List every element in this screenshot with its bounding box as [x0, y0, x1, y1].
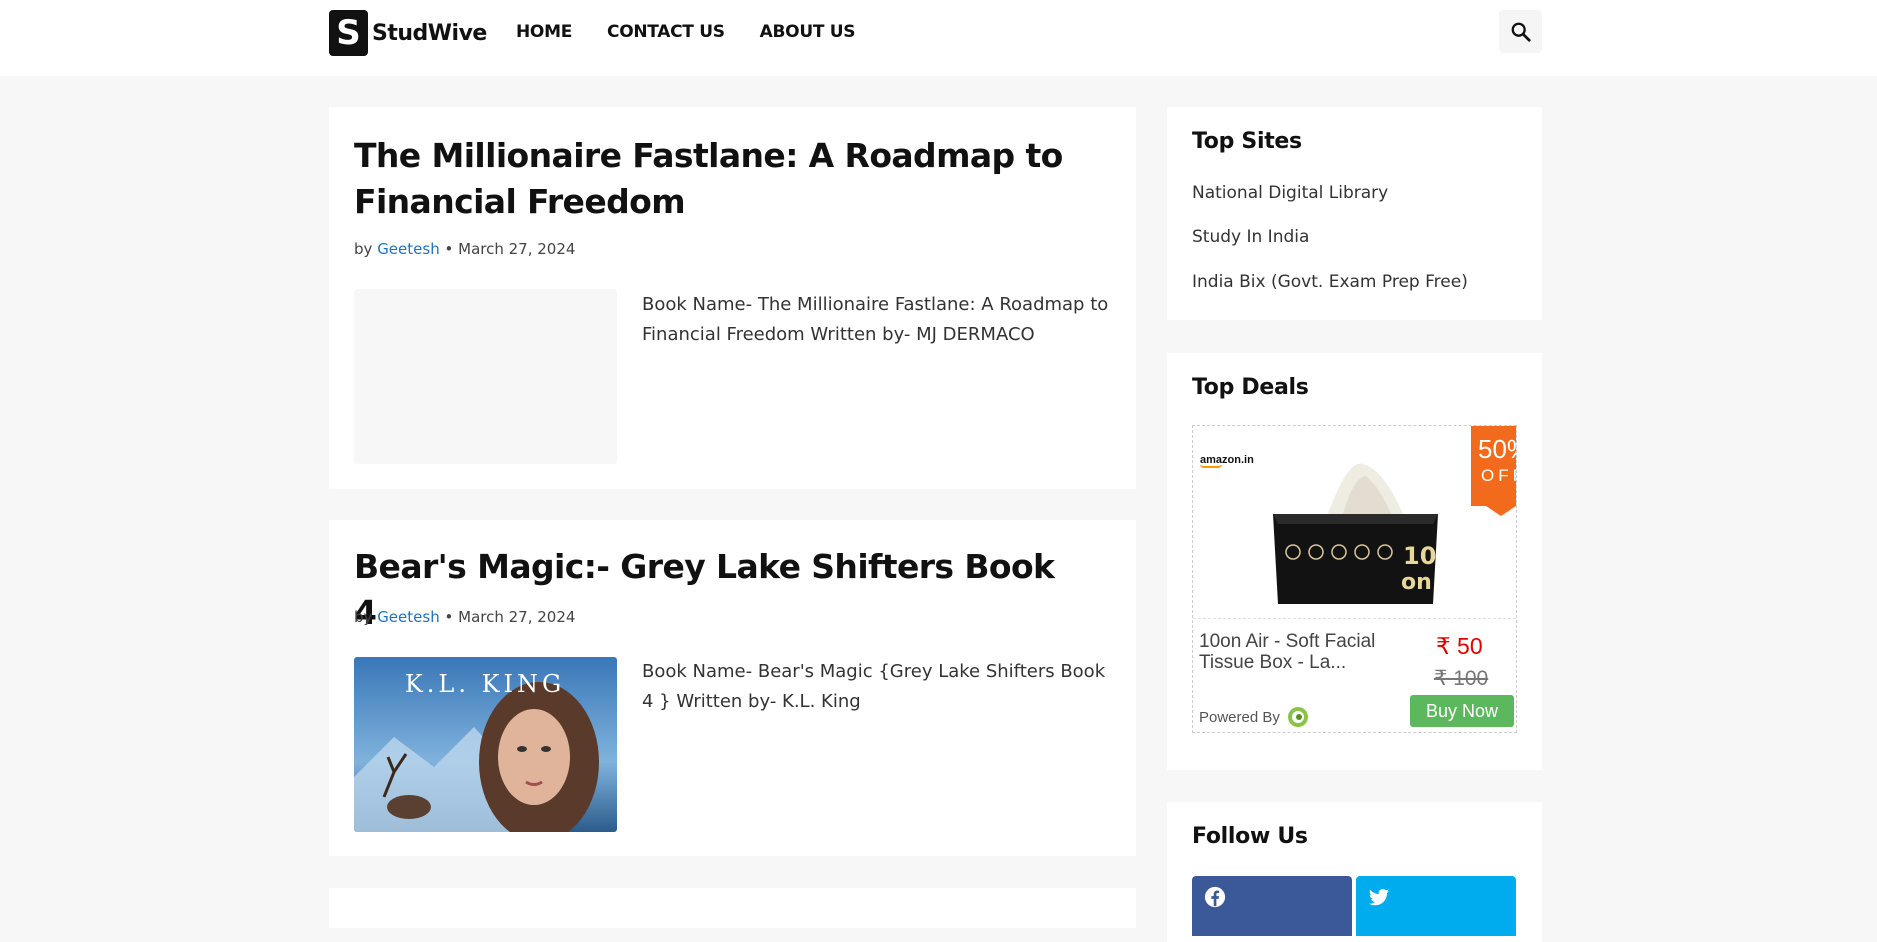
deal-price: ₹ 50	[1436, 633, 1483, 659]
discount-badge: 50% OFF	[1471, 426, 1516, 516]
post-excerpt: Book Name- The Millionaire Fastlane: A R…	[642, 294, 1109, 345]
product-name[interactable]: 10on Air - Soft Facial Tissue Box - La..…	[1199, 631, 1389, 673]
widget-title: Top Sites	[1192, 129, 1302, 154]
post-date: March 27, 2024	[458, 608, 576, 626]
site-link[interactable]: National Digital Library	[1192, 183, 1388, 203]
buy-now-button[interactable]: Buy Now	[1410, 695, 1514, 727]
widget-title: Top Deals	[1192, 375, 1309, 400]
post-card: The Millionaire Fastlane: A Roadmap to F…	[329, 107, 1136, 489]
follow-us-widget: Follow Us	[1167, 802, 1542, 942]
site-link[interactable]: India Bix (Govt. Exam Prep Free)	[1192, 272, 1468, 292]
post-title[interactable]: The Millionaire Fastlane: A Roadmap to F…	[354, 133, 1074, 225]
site-header: S StudWive HOME CONTACT US ABOUT US	[0, 0, 1877, 76]
post-meta: by Geetesh • March 27, 2024	[354, 240, 576, 258]
product-image: 10 on	[1273, 463, 1438, 604]
post-meta: by Geetesh • March 27, 2024	[354, 608, 576, 626]
post-excerpt: Book Name- Bear's Magic {Grey Lake Shift…	[642, 661, 1106, 712]
logo-text: StudWive	[372, 20, 487, 46]
post-thumbnail[interactable]	[354, 289, 617, 464]
svg-text:K.L. KING: K.L. KING	[405, 670, 565, 698]
site-logo[interactable]: S StudWive	[329, 10, 487, 56]
post-thumbnail[interactable]: K.L. KING	[354, 657, 617, 832]
powered-by: Powered By	[1199, 705, 1310, 729]
post-author[interactable]: Geetesh	[377, 240, 440, 258]
twitter-button[interactable]	[1356, 876, 1516, 936]
facebook-button[interactable]	[1192, 876, 1352, 936]
post-author[interactable]: Geetesh	[377, 608, 440, 626]
deal-card[interactable]: amazon.in 10 on 50% OFF 10on Air - Soft …	[1192, 425, 1517, 733]
search-icon	[1511, 22, 1531, 42]
book-cover-image: K.L. KING	[354, 657, 617, 832]
nav-home[interactable]: HOME	[516, 22, 572, 42]
svg-text:on: on	[1401, 570, 1432, 595]
svg-text:10: 10	[1403, 542, 1436, 570]
post-card	[329, 888, 1136, 928]
post-card: Bear's Magic:- Grey Lake Shifters Book 4…	[329, 520, 1136, 856]
main-nav: HOME CONTACT US ABOUT US	[516, 22, 856, 42]
post-date: March 27, 2024	[458, 240, 576, 258]
provider-logo-icon	[1287, 707, 1308, 727]
nav-contact-us[interactable]: CONTACT US	[607, 22, 725, 42]
widget-title: Follow Us	[1192, 824, 1308, 849]
nav-about-us[interactable]: ABOUT US	[760, 22, 856, 42]
top-deals-widget: Top Deals amazon.in 10 on 50% OFF 10on A…	[1167, 353, 1542, 770]
original-price: ₹ 100	[1434, 667, 1489, 690]
search-button[interactable]	[1499, 10, 1542, 53]
twitter-icon	[1368, 889, 1390, 906]
facebook-icon	[1204, 886, 1226, 908]
top-sites-widget: Top Sites National Digital Library Study…	[1167, 107, 1542, 320]
logo-mark: S	[329, 10, 368, 56]
site-link[interactable]: Study In India	[1192, 227, 1309, 247]
